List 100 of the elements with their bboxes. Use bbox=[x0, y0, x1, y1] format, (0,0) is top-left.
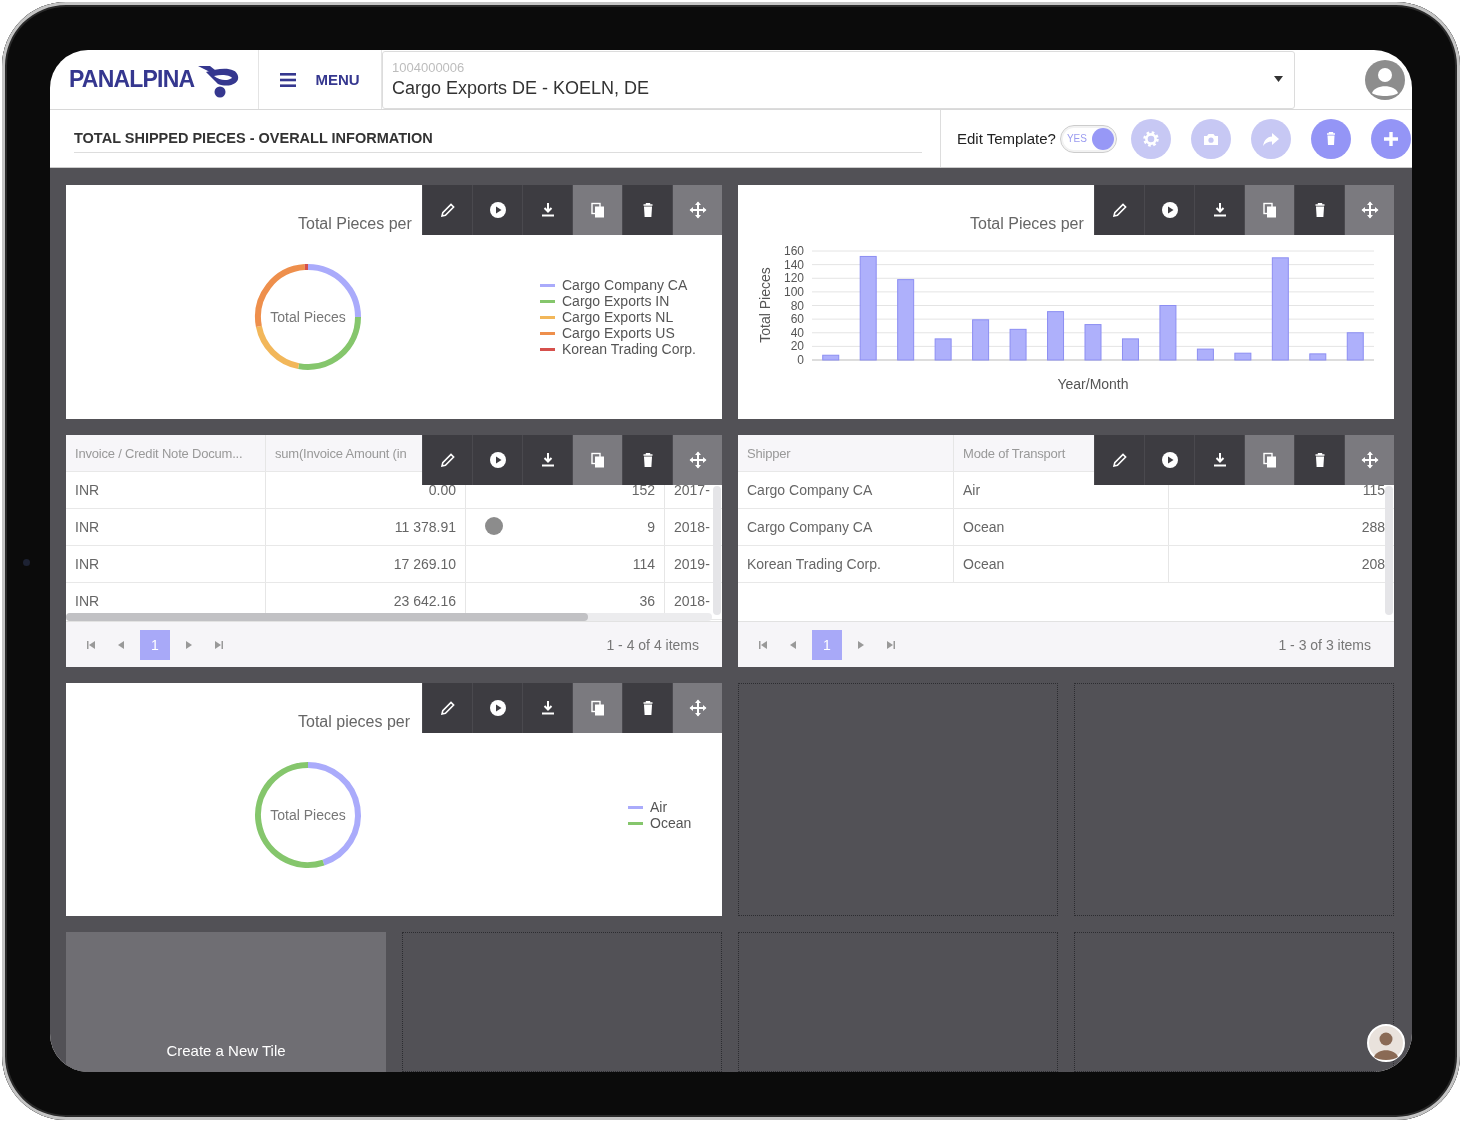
bar bbox=[1234, 352, 1252, 361]
next-page-icon[interactable] bbox=[856, 640, 866, 650]
table-cell: Cargo Company CA bbox=[738, 509, 954, 545]
axis-tick-label: 60 bbox=[790, 312, 804, 327]
delete-button[interactable] bbox=[1310, 118, 1351, 159]
move-icon bbox=[688, 699, 707, 717]
axis-tick-label: 160 bbox=[783, 245, 804, 258]
pencil-icon bbox=[438, 201, 457, 219]
table-cell-text: 115 bbox=[1361, 481, 1386, 500]
move-icon bbox=[688, 201, 707, 219]
bar bbox=[1084, 324, 1102, 361]
table-cell: 11 378.91 bbox=[266, 509, 466, 545]
scrollbar[interactable] bbox=[66, 613, 712, 621]
download-tool-button[interactable] bbox=[522, 435, 572, 485]
edit-template-toggle[interactable]: YES bbox=[1059, 124, 1117, 153]
delete-tool-button[interactable] bbox=[1294, 435, 1344, 485]
legend-label: Air bbox=[650, 799, 668, 815]
download-tool-button[interactable] bbox=[1194, 435, 1244, 485]
caret-icon bbox=[1274, 76, 1283, 82]
first-page-icon[interactable] bbox=[758, 640, 768, 650]
legend-label: Cargo Exports US bbox=[562, 325, 675, 341]
delete-tool-button[interactable] bbox=[1294, 185, 1344, 235]
table-cell-text: 2019- bbox=[673, 555, 711, 574]
table-cell: 17 269.10 bbox=[266, 546, 466, 582]
copy-icon bbox=[1260, 451, 1279, 469]
table-cell-text: 2018- bbox=[673, 592, 711, 611]
bar bbox=[1159, 305, 1177, 361]
touch-point-icon bbox=[485, 517, 503, 535]
pager-summary: 1 - 4 of 4 items bbox=[606, 637, 699, 653]
legend-label: Cargo Exports NL bbox=[562, 309, 674, 325]
account-name: Cargo Exports DE - KOELN, DE bbox=[392, 78, 650, 99]
pager-summary: 1 - 3 of 3 items bbox=[1278, 637, 1371, 653]
play-icon bbox=[488, 699, 507, 717]
column-header[interactable]: Mode of Transport bbox=[963, 445, 1066, 461]
play-icon bbox=[488, 451, 507, 469]
last-page-icon[interactable] bbox=[886, 640, 896, 650]
page-title: TOTAL SHIPPED PIECES - OVERALL INFORMATION bbox=[74, 130, 922, 153]
table-cell-text: 2018- bbox=[673, 518, 711, 537]
bar bbox=[1346, 332, 1364, 361]
pencil-icon bbox=[438, 699, 457, 717]
pencil-icon bbox=[1110, 201, 1129, 219]
download-tool-button[interactable] bbox=[1194, 185, 1244, 235]
play-tool-button[interactable] bbox=[1144, 435, 1194, 485]
page-button[interactable]: 1 bbox=[140, 630, 170, 660]
previous-page-icon[interactable] bbox=[116, 640, 126, 650]
bar bbox=[822, 354, 840, 361]
delete-tool-button[interactable] bbox=[622, 683, 672, 733]
play-tool-button[interactable] bbox=[472, 683, 522, 733]
legend-label: Cargo Exports IN bbox=[562, 293, 670, 309]
play-tool-button[interactable] bbox=[1144, 185, 1194, 235]
donut-center-label: Total Pieces bbox=[269, 309, 347, 325]
user-avatar-icon[interactable] bbox=[1365, 59, 1405, 100]
play-tool-button[interactable] bbox=[472, 185, 522, 235]
column-header[interactable]: sum(Invoice Amount (in bbox=[275, 445, 407, 461]
create-tile-button[interactable]: Create a New Tile bbox=[66, 932, 386, 1072]
bar bbox=[1047, 311, 1065, 361]
move-icon bbox=[1360, 201, 1379, 219]
bar bbox=[1309, 353, 1327, 361]
tile-title: Total pieces per bbox=[298, 713, 411, 730]
page-button[interactable]: 1 bbox=[812, 630, 842, 660]
table-cell-text: 2017- bbox=[673, 481, 711, 500]
bar bbox=[1196, 348, 1214, 361]
table-cell: Korean Trading Corp. bbox=[738, 546, 954, 582]
next-page-icon[interactable] bbox=[184, 640, 194, 650]
play-tool-button[interactable] bbox=[472, 435, 522, 485]
move-icon bbox=[688, 451, 707, 469]
axis-tick-label: 120 bbox=[783, 271, 804, 286]
settings-icon bbox=[1140, 128, 1161, 149]
bar bbox=[1121, 338, 1139, 361]
download-tool-button[interactable] bbox=[522, 185, 572, 235]
table-cell: Cargo Company CA bbox=[738, 472, 954, 508]
axis-tick-label: 0 bbox=[797, 353, 804, 367]
legend-label: Cargo Company CA bbox=[562, 277, 688, 293]
bar bbox=[1009, 328, 1027, 361]
axis-tick-label: 40 bbox=[790, 325, 804, 340]
scrollbar[interactable] bbox=[713, 486, 721, 615]
column-header[interactable]: Invoice / Credit Note Docum... bbox=[75, 445, 243, 461]
copy-icon bbox=[1260, 201, 1279, 219]
first-page-icon[interactable] bbox=[86, 640, 96, 650]
last-page-icon[interactable] bbox=[214, 640, 224, 650]
table-cell: Ocean bbox=[954, 546, 1169, 582]
account-id: 1004000006 bbox=[392, 60, 465, 75]
legend-label: Ocean bbox=[650, 815, 692, 831]
menu-button[interactable]: MENU bbox=[258, 50, 382, 109]
scrollbar[interactable] bbox=[1385, 486, 1393, 615]
axis-title: Total Pieces bbox=[757, 267, 773, 343]
account-select[interactable]: 1004000006 Cargo Exports DE - KOELN, DE bbox=[382, 51, 1295, 109]
pencil-icon bbox=[438, 451, 457, 469]
logo-text: PANALPINA bbox=[69, 66, 195, 93]
add-button[interactable] bbox=[1370, 118, 1411, 159]
copy-icon bbox=[588, 201, 607, 219]
play-icon bbox=[1160, 451, 1179, 469]
column-header[interactable]: Shipper bbox=[747, 445, 791, 461]
delete-tool-button[interactable] bbox=[622, 435, 672, 485]
download-tool-button[interactable] bbox=[522, 683, 572, 733]
table-cell: Ocean bbox=[954, 509, 1169, 545]
delete-tool-button[interactable] bbox=[622, 185, 672, 235]
menu-icon bbox=[280, 72, 297, 87]
previous-page-icon[interactable] bbox=[788, 640, 798, 650]
support-avatar-icon[interactable] bbox=[1367, 1024, 1405, 1062]
